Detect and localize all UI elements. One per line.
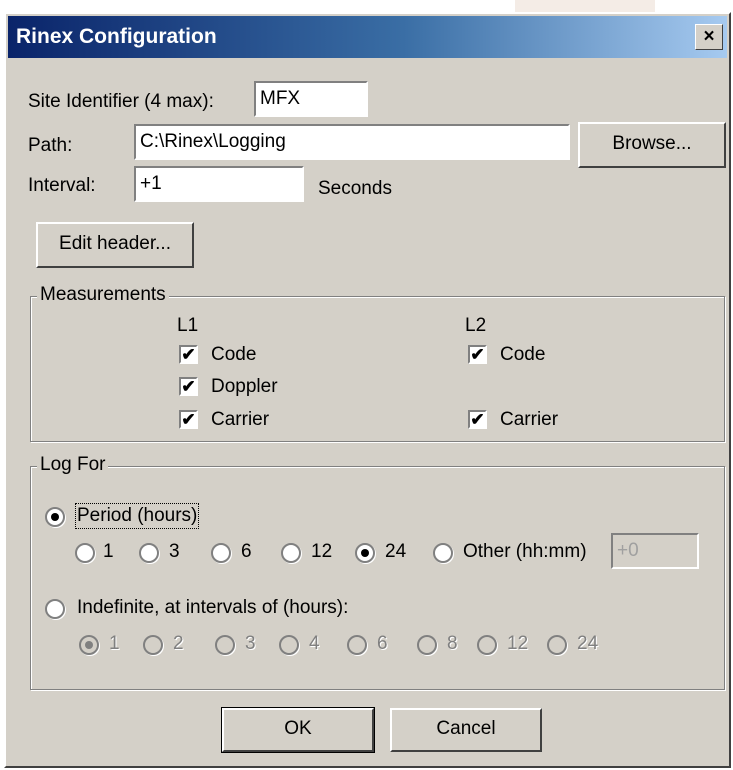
indefinite-3-radio[interactable] [215, 635, 235, 655]
l2-carrier-checkbox[interactable]: ✔ [468, 410, 487, 429]
checkmark-icon: ✔ [181, 410, 196, 429]
indefinite-2-label: 2 [173, 633, 184, 654]
period-12-label: 12 [311, 541, 333, 562]
site-identifier-label: Site Identifier (4 max): [28, 91, 214, 112]
close-button[interactable]: × [695, 24, 723, 50]
period-24-label: 24 [385, 541, 407, 562]
path-input[interactable]: C:\Rinex\Logging [134, 124, 570, 160]
cancel-button[interactable]: Cancel [390, 708, 542, 752]
period-6-radio[interactable] [211, 543, 231, 563]
ok-button[interactable]: OK [221, 707, 375, 753]
indefinite-6-radio[interactable] [347, 635, 367, 655]
window-title: Rinex Configuration [16, 25, 217, 48]
radio-selected-dot [85, 641, 93, 649]
interval-unit: Seconds [318, 178, 392, 199]
indefinite-label: Indefinite, at intervals of (hours): [77, 597, 349, 618]
l1-label: L1 [177, 315, 199, 336]
other-duration-input[interactable]: +0 [611, 533, 699, 569]
edit-header-button[interactable]: Edit header... [36, 222, 194, 268]
period-label: Period (hours) [74, 503, 200, 529]
indefinite-4-radio[interactable] [279, 635, 299, 655]
period-radio[interactable] [45, 507, 65, 527]
l1-doppler-label: Doppler [211, 376, 278, 397]
period-12-radio[interactable] [281, 543, 301, 563]
period-other-label: Other (hh:mm) [463, 541, 587, 562]
background-tab [515, 0, 655, 12]
l1-code-label: Code [211, 344, 257, 365]
interval-label: Interval: [28, 175, 96, 196]
measurements-group: Measurements L1 L2 ✔ Code ✔ Doppler ✔ Ca… [30, 284, 725, 442]
l2-label: L2 [465, 315, 487, 336]
indefinite-3-label: 3 [245, 633, 256, 654]
measurements-title: Measurements [37, 284, 169, 306]
l2-code-label: Code [500, 344, 546, 365]
period-1-radio[interactable] [75, 543, 95, 563]
period-3-label: 3 [169, 541, 180, 562]
l1-carrier-label: Carrier [211, 409, 270, 430]
l1-code-checkbox[interactable]: ✔ [179, 345, 198, 364]
period-6-label: 6 [241, 541, 252, 562]
interval-input[interactable]: +1 [134, 166, 304, 202]
period-24-radio[interactable] [355, 543, 375, 563]
site-identifier-input[interactable]: MFX [254, 81, 368, 117]
l1-carrier-checkbox[interactable]: ✔ [179, 410, 198, 429]
radio-selected-dot [51, 513, 59, 521]
indefinite-12-radio[interactable] [477, 635, 497, 655]
period-other-radio[interactable] [433, 543, 453, 563]
checkmark-icon: ✔ [470, 345, 485, 364]
indefinite-4-label: 4 [309, 633, 320, 654]
title-bar[interactable]: Rinex Configuration × [8, 16, 727, 58]
close-icon: × [703, 26, 715, 47]
l2-code-checkbox[interactable]: ✔ [468, 345, 487, 364]
indefinite-1-label: 1 [109, 633, 120, 654]
radio-selected-dot [361, 549, 369, 557]
period-3-radio[interactable] [139, 543, 159, 563]
rinex-dialog: Rinex Configuration × Site Identifier (4… [4, 12, 731, 768]
indefinite-6-label: 6 [377, 633, 388, 654]
checkmark-icon: ✔ [470, 410, 485, 429]
l2-carrier-label: Carrier [500, 409, 559, 430]
indefinite-24-radio[interactable] [547, 635, 567, 655]
log-for-group: Log For Period (hours) 1 3 6 12 24 Other… [30, 454, 725, 690]
indefinite-8-radio[interactable] [417, 635, 437, 655]
indefinite-radio[interactable] [45, 599, 65, 619]
l1-doppler-checkbox[interactable]: ✔ [179, 377, 198, 396]
period-1-label: 1 [103, 541, 114, 562]
path-label: Path: [28, 135, 73, 156]
browse-button[interactable]: Browse... [578, 122, 726, 168]
indefinite-2-radio[interactable] [143, 635, 163, 655]
indefinite-8-label: 8 [447, 633, 458, 654]
indefinite-1-radio[interactable] [79, 635, 99, 655]
indefinite-24-label: 24 [577, 633, 599, 654]
checkmark-icon: ✔ [181, 345, 196, 364]
background [0, 0, 733, 12]
log-for-title: Log For [37, 454, 109, 476]
indefinite-12-label: 12 [507, 633, 529, 654]
checkmark-icon: ✔ [181, 377, 196, 396]
